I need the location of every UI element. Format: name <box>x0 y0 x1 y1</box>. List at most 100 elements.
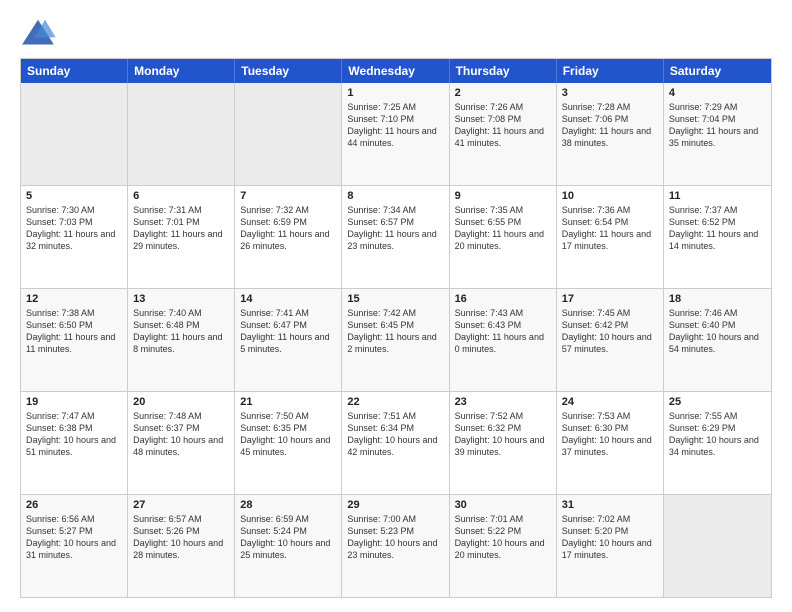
day-info: Sunrise: 7:00 AM Sunset: 5:23 PM Dayligh… <box>347 513 443 562</box>
day-info: Sunrise: 7:32 AM Sunset: 6:59 PM Dayligh… <box>240 204 336 253</box>
calendar-row-1: 5 Sunrise: 7:30 AM Sunset: 7:03 PM Daylig… <box>21 185 771 288</box>
day-cell-17: 17Sunrise: 7:45 AM Sunset: 6:42 PM Dayli… <box>557 289 664 391</box>
day-cell-18: 18 Sunrise: 7:46 AM Sunset: 6:40 PM Dayli… <box>664 289 771 391</box>
day-info: Sunrise: 7:30 AM Sunset: 7:03 PM Dayligh… <box>26 204 122 253</box>
day-info: Sunrise: 7:01 AM Sunset: 5:22 PM Dayligh… <box>455 513 551 562</box>
day-number: 25 <box>669 396 766 408</box>
day-number: 20 <box>133 396 229 408</box>
logo-icon <box>20 18 56 48</box>
logo <box>20 18 62 48</box>
day-info: Sunrise: 7:38 AM Sunset: 6:50 PM Dayligh… <box>26 307 122 356</box>
day-info: Sunrise: 7:28 AM Sunset: 7:06 PM Dayligh… <box>562 101 658 150</box>
day-number: 1 <box>347 87 443 99</box>
day-number: 14 <box>240 293 336 305</box>
day-cell-3: 3 Sunrise: 7:28 AM Sunset: 7:06 PM Daylig… <box>557 83 664 185</box>
day-info: Sunrise: 7:47 AM Sunset: 6:38 PM Dayligh… <box>26 410 122 459</box>
day-cell-11: 11 Sunrise: 7:37 AM Sunset: 6:52 PM Dayli… <box>664 186 771 288</box>
header-cell-friday: Friday <box>557 59 664 83</box>
day-number: 3 <box>562 87 658 99</box>
day-cell-31: 31Sunrise: 7:02 AM Sunset: 5:20 PM Dayli… <box>557 495 664 597</box>
day-cell-13: 13 Sunrise: 7:40 AM Sunset: 6:48 PM Dayli… <box>128 289 235 391</box>
day-info: Sunrise: 7:43 AM Sunset: 6:43 PM Dayligh… <box>455 307 551 356</box>
day-number: 7 <box>240 190 336 202</box>
calendar-row-0: 1 Sunrise: 7:25 AM Sunset: 7:10 PM Daylig… <box>21 83 771 185</box>
day-info: Sunrise: 7:26 AM Sunset: 7:08 PM Dayligh… <box>455 101 551 150</box>
day-cell-9: 9 Sunrise: 7:35 AM Sunset: 6:55 PM Daylig… <box>450 186 557 288</box>
header-cell-wednesday: Wednesday <box>342 59 449 83</box>
day-cell-5: 5 Sunrise: 7:30 AM Sunset: 7:03 PM Daylig… <box>21 186 128 288</box>
day-cell-10: 10Sunrise: 7:36 AM Sunset: 6:54 PM Dayli… <box>557 186 664 288</box>
day-cell-22: 22 Sunrise: 7:51 AM Sunset: 6:34 PM Dayli… <box>342 392 449 494</box>
calendar-body: 1 Sunrise: 7:25 AM Sunset: 7:10 PM Daylig… <box>21 83 771 597</box>
header-cell-saturday: Saturday <box>664 59 771 83</box>
calendar: SundayMondayTuesdayWednesdayThursdayFrid… <box>20 58 772 598</box>
day-cell-28: 28 Sunrise: 6:59 AM Sunset: 5:24 PM Dayli… <box>235 495 342 597</box>
day-cell-19: 19 Sunrise: 7:47 AM Sunset: 6:38 PM Dayli… <box>21 392 128 494</box>
day-number: 22 <box>347 396 443 408</box>
day-cell-15: 15Sunrise: 7:42 AM Sunset: 6:45 PM Dayli… <box>342 289 449 391</box>
day-number: 9 <box>455 190 551 202</box>
day-cell-25: 25 Sunrise: 7:55 AM Sunset: 6:29 PM Dayli… <box>664 392 771 494</box>
day-info: Sunrise: 7:25 AM Sunset: 7:10 PM Dayligh… <box>347 101 443 150</box>
day-info: Sunrise: 6:57 AM Sunset: 5:26 PM Dayligh… <box>133 513 229 562</box>
day-cell-27: 27 Sunrise: 6:57 AM Sunset: 5:26 PM Dayli… <box>128 495 235 597</box>
day-cell-2: 2Sunrise: 7:26 AM Sunset: 7:08 PM Daylig… <box>450 83 557 185</box>
empty-cell-0-0 <box>21 83 128 185</box>
day-info: Sunrise: 7:55 AM Sunset: 6:29 PM Dayligh… <box>669 410 766 459</box>
header <box>20 18 772 48</box>
page: SundayMondayTuesdayWednesdayThursdayFrid… <box>0 0 792 612</box>
day-number: 5 <box>26 190 122 202</box>
header-cell-thursday: Thursday <box>450 59 557 83</box>
day-number: 6 <box>133 190 229 202</box>
day-number: 27 <box>133 499 229 511</box>
day-info: Sunrise: 6:59 AM Sunset: 5:24 PM Dayligh… <box>240 513 336 562</box>
day-number: 31 <box>562 499 658 511</box>
day-info: Sunrise: 7:52 AM Sunset: 6:32 PM Dayligh… <box>455 410 551 459</box>
day-info: Sunrise: 7:34 AM Sunset: 6:57 PM Dayligh… <box>347 204 443 253</box>
day-info: Sunrise: 7:45 AM Sunset: 6:42 PM Dayligh… <box>562 307 658 356</box>
header-cell-tuesday: Tuesday <box>235 59 342 83</box>
header-cell-sunday: Sunday <box>21 59 128 83</box>
header-cell-monday: Monday <box>128 59 235 83</box>
day-info: Sunrise: 7:50 AM Sunset: 6:35 PM Dayligh… <box>240 410 336 459</box>
day-cell-23: 23 Sunrise: 7:52 AM Sunset: 6:32 PM Dayli… <box>450 392 557 494</box>
day-number: 23 <box>455 396 551 408</box>
day-number: 24 <box>562 396 658 408</box>
day-cell-16: 16 Sunrise: 7:43 AM Sunset: 6:43 PM Dayli… <box>450 289 557 391</box>
day-info: Sunrise: 7:29 AM Sunset: 7:04 PM Dayligh… <box>669 101 766 150</box>
day-number: 19 <box>26 396 122 408</box>
day-number: 29 <box>347 499 443 511</box>
day-info: Sunrise: 7:46 AM Sunset: 6:40 PM Dayligh… <box>669 307 766 356</box>
day-number: 12 <box>26 293 122 305</box>
day-cell-7: 7 Sunrise: 7:32 AM Sunset: 6:59 PM Daylig… <box>235 186 342 288</box>
day-number: 28 <box>240 499 336 511</box>
day-cell-8: 8Sunrise: 7:34 AM Sunset: 6:57 PM Daylig… <box>342 186 449 288</box>
day-info: Sunrise: 7:37 AM Sunset: 6:52 PM Dayligh… <box>669 204 766 253</box>
day-number: 18 <box>669 293 766 305</box>
day-info: Sunrise: 6:56 AM Sunset: 5:27 PM Dayligh… <box>26 513 122 562</box>
day-cell-6: 6Sunrise: 7:31 AM Sunset: 7:01 PM Daylig… <box>128 186 235 288</box>
day-info: Sunrise: 7:53 AM Sunset: 6:30 PM Dayligh… <box>562 410 658 459</box>
day-info: Sunrise: 7:40 AM Sunset: 6:48 PM Dayligh… <box>133 307 229 356</box>
empty-cell-0-1 <box>128 83 235 185</box>
calendar-header-row: SundayMondayTuesdayWednesdayThursdayFrid… <box>21 59 771 83</box>
day-number: 11 <box>669 190 766 202</box>
day-info: Sunrise: 7:51 AM Sunset: 6:34 PM Dayligh… <box>347 410 443 459</box>
calendar-row-3: 19 Sunrise: 7:47 AM Sunset: 6:38 PM Dayli… <box>21 391 771 494</box>
day-cell-12: 12 Sunrise: 7:38 AM Sunset: 6:50 PM Dayli… <box>21 289 128 391</box>
day-cell-4: 4 Sunrise: 7:29 AM Sunset: 7:04 PM Daylig… <box>664 83 771 185</box>
day-info: Sunrise: 7:48 AM Sunset: 6:37 PM Dayligh… <box>133 410 229 459</box>
day-number: 16 <box>455 293 551 305</box>
calendar-row-4: 26 Sunrise: 6:56 AM Sunset: 5:27 PM Dayli… <box>21 494 771 597</box>
day-number: 26 <box>26 499 122 511</box>
day-cell-26: 26 Sunrise: 6:56 AM Sunset: 5:27 PM Dayli… <box>21 495 128 597</box>
day-info: Sunrise: 7:41 AM Sunset: 6:47 PM Dayligh… <box>240 307 336 356</box>
day-info: Sunrise: 7:35 AM Sunset: 6:55 PM Dayligh… <box>455 204 551 253</box>
empty-cell-0-2 <box>235 83 342 185</box>
day-number: 4 <box>669 87 766 99</box>
day-info: Sunrise: 7:36 AM Sunset: 6:54 PM Dayligh… <box>562 204 658 253</box>
day-cell-29: 29 Sunrise: 7:00 AM Sunset: 5:23 PM Dayli… <box>342 495 449 597</box>
day-cell-30: 30Sunrise: 7:01 AM Sunset: 5:22 PM Dayli… <box>450 495 557 597</box>
day-number: 13 <box>133 293 229 305</box>
day-cell-24: 24 Sunrise: 7:53 AM Sunset: 6:30 PM Dayli… <box>557 392 664 494</box>
